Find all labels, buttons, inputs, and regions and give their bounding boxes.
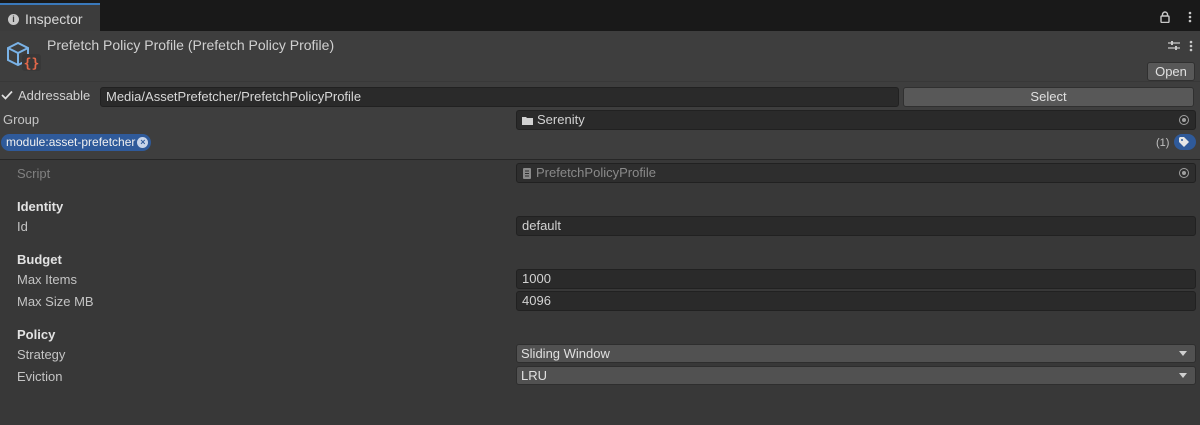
script-file-icon [523,168,531,179]
addressable-label: Addressable [18,88,91,103]
label-tag[interactable]: module:asset-prefetcher × [1,134,152,151]
lock-icon[interactable] [1160,11,1170,23]
max-items-input[interactable]: 1000 [516,269,1196,289]
addressable-checkbox[interactable] [1,90,13,100]
strategy-value: Sliding Window [521,346,610,361]
open-button[interactable]: Open [1147,62,1195,81]
scriptable-object-icon: {} [7,41,41,72]
strategy-dropdown[interactable]: Sliding Window [516,344,1196,363]
max-items-label: Max Items [17,272,77,287]
label-tag-text: module:asset-prefetcher [6,135,136,149]
svg-text:{}: {} [24,57,40,72]
group-field[interactable]: Serenity [516,110,1196,130]
eviction-label: Eviction [17,369,63,384]
id-input[interactable]: default [516,216,1196,236]
script-value: PrefetchPolicyProfile [536,165,656,180]
label-count: (1) [1156,137,1170,149]
info-icon: i [8,14,19,25]
remove-tag-icon[interactable]: × [137,137,149,148]
chevron-down-icon [1179,351,1187,356]
policy-heading: Policy [17,327,56,342]
max-size-input[interactable]: 4096 [516,291,1196,311]
folder-icon [522,117,533,125]
tag-icon [1179,137,1189,147]
max-size-label: Max Size MB [17,294,94,309]
group-value: Serenity [537,112,585,127]
identity-heading: Identity [17,199,64,214]
script-field: PrefetchPolicyProfile [516,163,1196,183]
object-picker-icon[interactable] [1179,115,1189,125]
id-label: Id [17,219,28,234]
addressable-path-input[interactable]: Media/AssetPrefetcher/PrefetchPolicyProf… [100,87,899,107]
labels-button[interactable] [1174,134,1196,150]
tab-inspector[interactable]: i Inspector [0,3,100,31]
budget-heading: Budget [17,252,62,267]
preset-settings-icon[interactable] [1168,40,1180,51]
select-button[interactable]: Select [903,87,1194,107]
separator [0,159,1200,160]
strategy-label: Strategy [17,347,66,362]
script-label: Script [17,166,51,181]
tab-label: Inspector [25,11,83,27]
eviction-dropdown[interactable]: LRU [516,366,1196,385]
inspector-title: Prefetch Policy Profile (Prefetch Policy… [47,37,335,53]
component-menu-icon[interactable] [1189,40,1193,52]
kebab-menu-icon[interactable] [1188,11,1192,23]
chevron-down-icon [1179,373,1187,378]
group-label: Group [3,112,40,127]
tab-strip [0,0,1200,31]
eviction-value: LRU [521,368,548,383]
script-picker-icon [1179,168,1189,178]
